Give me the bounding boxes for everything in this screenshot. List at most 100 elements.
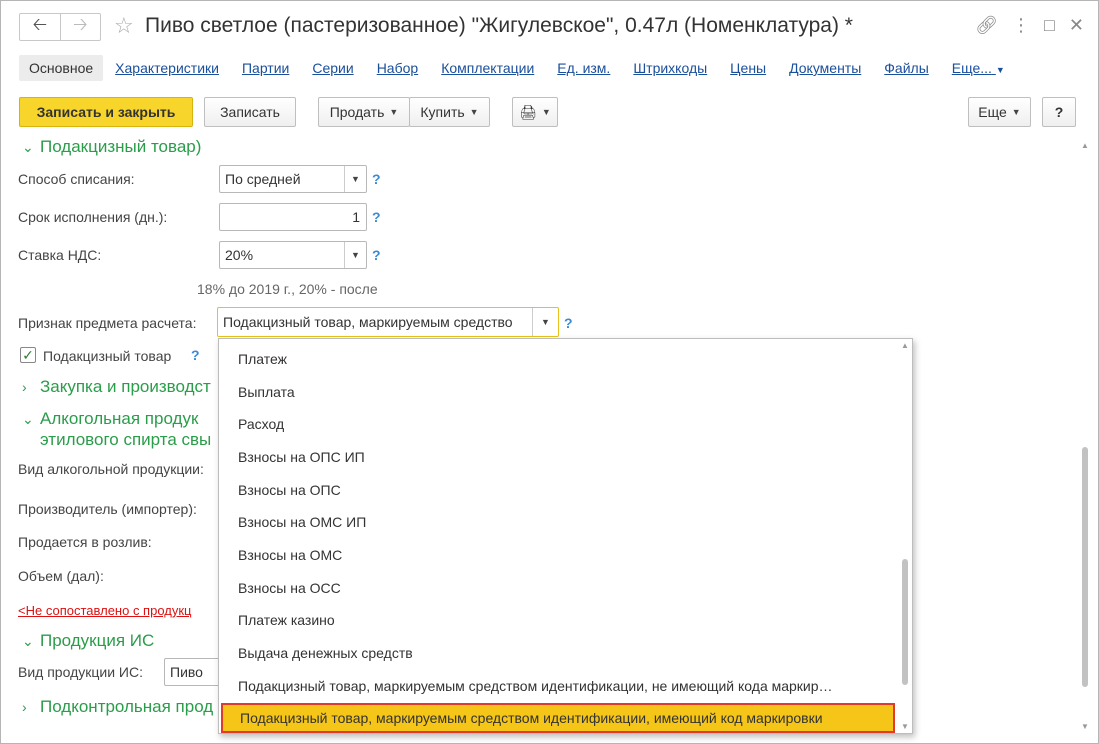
payment-subject-dropdown: Платеж Выплата Расход Взносы на ОПС ИП В… [218,338,913,734]
forward-button[interactable]: 🡢 [59,14,101,40]
chevron-down-icon: ⌄ [22,139,34,155]
save-button[interactable]: Записать [204,97,296,127]
vat-select[interactable]: 20% ▼ [219,241,367,269]
chevron-right-icon: › [22,379,27,395]
dropdown-item[interactable]: Взносы на ОМС [219,539,899,571]
maximize-icon[interactable]: □ [1044,15,1055,36]
scroll-up-icon[interactable]: ▲ [1080,141,1090,150]
help-icon[interactable]: ? [564,315,573,331]
caret-down-icon: ▼ [469,107,479,117]
more-label: Еще [978,104,1007,120]
term-label: Срок исполнения (дн.): [18,209,168,225]
purchase-section-header[interactable]: › Закупка и производст [22,377,211,397]
chevron-down-icon: ⌄ [22,633,34,649]
dropdown-scrollbar-thumb[interactable] [902,559,908,685]
checkmark-icon: ✓ [22,346,34,363]
tab-documents[interactable]: Документы [789,60,861,76]
tab-main[interactable]: Основное [19,55,104,81]
is-kind-select[interactable]: Пиво [164,658,224,686]
form-scrollbar[interactable]: ▲ ▼ [1080,141,1090,731]
dropdown-item[interactable]: Платеж казино [219,604,899,636]
caret-down-icon: ▼ [389,107,399,117]
page-title: Пиво светлое (пастеризованное) "Жигулевс… [145,14,853,37]
chevron-down-icon: ▼ [995,65,1005,75]
dropdown-scrollbar[interactable]: ▲ ▼ [900,341,910,731]
unmatched-product-link[interactable]: <Не сопоставлено с продукц [18,603,192,618]
producer-label: Производитель (импортер): [18,501,197,517]
scroll-up-icon[interactable]: ▲ [900,341,910,350]
alcohol-section-title-line2: этилового спирта свы [40,430,212,449]
dropdown-item[interactable]: Выдача денежных средств [219,637,899,669]
dropdown-item[interactable]: Взносы на ОСС [219,572,899,604]
dropdown-arrow-icon[interactable]: ▼ [344,242,366,268]
help-icon[interactable]: ? [372,209,381,225]
scroll-down-icon[interactable]: ▼ [900,722,910,731]
sell-label: Продать [329,104,385,120]
dropdown-item[interactable]: Выплата [219,376,899,408]
vat-value: 20% [225,247,254,263]
is-product-section-header[interactable]: ⌄ Продукция ИС [22,631,154,651]
tab-series[interactable]: Серии [312,60,353,76]
volume-label: Объем (дал): [18,568,104,584]
buy-label: Купить [420,104,465,120]
help-icon[interactable]: ? [372,171,381,187]
tab-characteristics[interactable]: Характеристики [115,60,219,76]
tab-more[interactable]: Еще... ▼ [952,60,1005,76]
alcohol-section-header[interactable]: ⌄ Алкогольная продук [22,409,198,429]
back-button[interactable]: 🡠 [20,14,60,40]
help-button[interactable]: ? [1042,97,1076,127]
scrollbar-thumb[interactable] [1082,447,1088,687]
tab-prices[interactable]: Цены [730,60,766,76]
tab-set[interactable]: Набор [377,60,419,76]
sell-button[interactable]: Продать ▼ [318,97,410,127]
tab-batches[interactable]: Партии [242,60,289,76]
term-input[interactable]: 1 [219,203,367,231]
dropdown-item[interactable]: Подакцизный товар, маркируемым средством… [219,670,899,702]
excise-checkbox-label: Подакцизный товар [43,348,172,364]
excise-section-title: Подакцизный товар) [40,137,202,156]
title-tools: 🔗︎ ⋮ □ ✕ [975,15,1084,36]
dropdown-item[interactable]: Взносы на ОПС [219,474,899,506]
vat-label: Ставка НДС: [18,247,102,263]
dropdown-arrow-icon[interactable]: ▼ [344,166,366,192]
tab-kits[interactable]: Комплектации [441,60,534,76]
more-actions-button[interactable]: Еще ▼ [968,97,1031,127]
buy-button[interactable]: Купить ▼ [409,97,490,127]
dropdown-item[interactable]: Взносы на ОМС ИП [219,506,899,538]
tab-files[interactable]: Файлы [884,60,928,76]
help-icon[interactable]: ? [191,347,200,363]
tab-units[interactable]: Ед. изм. [557,60,610,76]
more-menu-icon[interactable]: ⋮ [1012,15,1030,36]
writeoff-select[interactable]: По средней ▼ [219,165,367,193]
close-icon[interactable]: ✕ [1069,15,1084,36]
favorite-star-icon[interactable]: ☆ [114,13,134,39]
payment-subject-label: Признак предмета расчета: [18,315,197,331]
draught-label: Продается в розлив: [18,534,152,550]
is-kind-label: Вид продукции ИС: [18,664,143,680]
writeoff-value: По средней [225,171,301,187]
payment-subject-value: Подакцизный товар, маркируемым средство [223,314,513,330]
excise-section-header[interactable]: ⌄ Подакцизный товар) [22,137,201,157]
print-button[interactable]: 🖨︎ ▼ [512,97,558,127]
controlled-section-header[interactable]: › Подконтрольная прод [22,697,213,717]
payment-subject-select[interactable]: Подакцизный товар, маркируемым средство ▼ [217,307,559,337]
help-icon[interactable]: ? [372,247,381,263]
arrow-right-icon: 🡢 [72,14,88,34]
dropdown-arrow-icon[interactable]: ▼ [532,308,558,336]
tab-barcodes[interactable]: Штрихкоды [633,60,707,76]
link-icon[interactable]: 🔗︎ [975,15,998,36]
save-and-close-button[interactable]: Записать и закрыть [19,97,193,127]
tab-bar: Основное Характеристики Партии Серии Наб… [19,54,1028,82]
writeoff-label: Способ списания: [18,171,135,187]
dropdown-item[interactable]: Расход [219,408,899,440]
dropdown-item[interactable]: Платеж [219,343,899,375]
excise-checkbox[interactable]: ✓ [20,347,36,363]
alcohol-kind-label: Вид алкогольной продукции: [18,461,204,477]
purchase-section-title: Закупка и производст [40,377,211,396]
alcohol-section-title: Алкогольная продук [40,409,199,428]
controlled-section-title: Подконтрольная прод [40,697,214,716]
tab-more-label: Еще... [951,60,992,76]
dropdown-item[interactable]: Взносы на ОПС ИП [219,441,899,473]
scroll-down-icon[interactable]: ▼ [1080,722,1090,731]
dropdown-item-selected[interactable]: Подакцизный товар, маркируемым средством… [221,703,895,733]
